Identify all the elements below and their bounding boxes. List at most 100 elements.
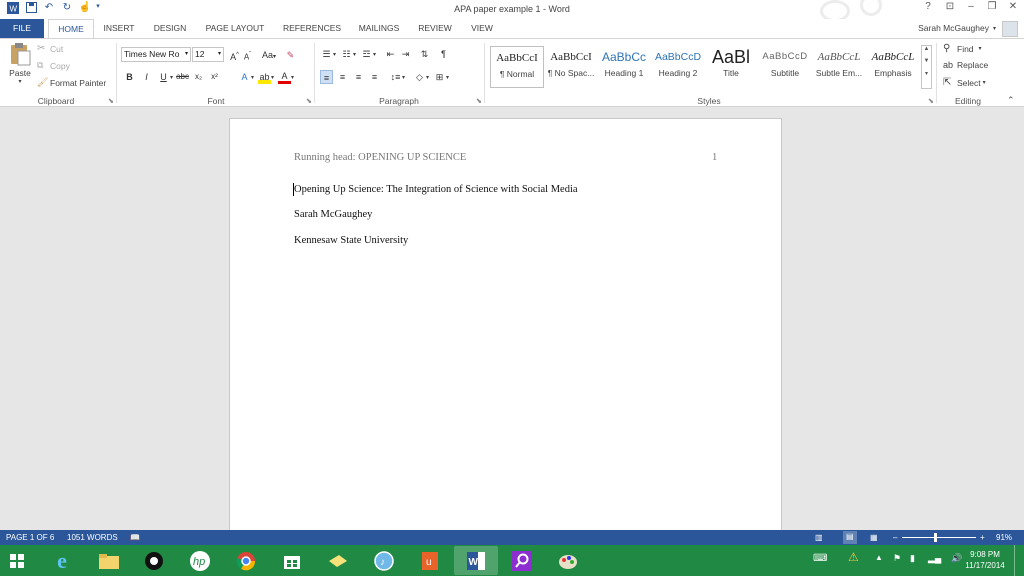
paper-title[interactable]: Opening Up Science: The Integration of S… <box>294 184 578 195</box>
format-painter-button[interactable]: 🖌 Format Painter <box>37 77 106 88</box>
superscript-button[interactable]: x² <box>208 70 221 84</box>
page-count[interactable]: PAGE 1 OF 6 <box>6 533 54 542</box>
clock[interactable]: 9:08 PM 11/17/2014 <box>962 549 1008 571</box>
ribbon-display-options-icon[interactable]: ⊡ <box>939 1 961 16</box>
windows-live-icon[interactable] <box>316 546 360 575</box>
sort-icon[interactable]: ⇅ <box>418 47 431 61</box>
style-title[interactable]: AaBl Title <box>704 46 758 88</box>
highlight-icon[interactable]: ab <box>258 70 272 84</box>
decrease-indent-icon[interactable]: ⇤ <box>384 47 397 61</box>
align-center-icon[interactable]: ≡ <box>336 70 349 84</box>
office-icon[interactable]: u <box>408 546 452 575</box>
tab-home[interactable]: HOME <box>48 19 94 39</box>
page-number[interactable]: 1 <box>712 152 717 163</box>
show-desktop-button[interactable] <box>1014 545 1024 576</box>
proofing-icon[interactable]: 📖 <box>130 533 140 542</box>
bold-button[interactable]: B <box>123 70 136 84</box>
bullets-icon[interactable]: ☰ <box>320 47 333 61</box>
paint-icon[interactable] <box>546 546 590 575</box>
read-mode-icon[interactable]: ▥ <box>815 533 823 542</box>
cut-button[interactable]: ✂ Cut <box>37 43 63 54</box>
align-left-icon[interactable]: ≡ <box>320 70 333 84</box>
font-color-icon[interactable]: A <box>278 71 292 84</box>
select-button[interactable]: ⇱ Select ▾ <box>943 77 986 88</box>
start-button[interactable] <box>0 546 34 575</box>
volume-icon[interactable]: 🔊 <box>951 553 962 564</box>
tab-view[interactable]: VIEW <box>464 19 500 38</box>
style-no-spacing[interactable]: AaBbCcI ¶ No Spac... <box>544 46 598 88</box>
underline-button[interactable]: U <box>157 70 170 84</box>
running-head[interactable]: Running head: OPENING UP SCIENCE <box>294 152 466 163</box>
dialog-launcher-icon[interactable]: ⬊ <box>928 97 934 105</box>
close-button[interactable]: ✕ <box>1002 1 1024 16</box>
minimize-button[interactable]: – <box>960 1 982 16</box>
style-subtle-emphasis[interactable]: AaBbCcL Subtle Em... <box>812 46 866 88</box>
signal-icon[interactable]: ▂▄ <box>928 553 941 564</box>
warning-icon[interactable]: ⚠ <box>848 550 859 564</box>
zoom-slider-thumb[interactable] <box>934 533 937 542</box>
text-effects-icon[interactable]: A <box>238 70 251 84</box>
multilevel-list-icon[interactable]: ☲ <box>360 47 373 61</box>
author-name[interactable]: Sarah McGaughey <box>294 209 372 220</box>
web-layout-icon[interactable]: ▦ <box>870 533 878 542</box>
tab-page-layout[interactable]: PAGE LAYOUT <box>200 19 270 38</box>
action-center-icon[interactable]: ⚑ <box>893 553 901 564</box>
word-count[interactable]: 1051 WORDS <box>67 533 118 542</box>
zoom-out-button[interactable]: – <box>893 533 897 542</box>
show-formatting-button[interactable]: ¶ <box>437 47 450 61</box>
shading-icon[interactable]: ◇ <box>413 70 426 84</box>
style-heading-1[interactable]: AaBbCc Heading 1 <box>597 46 651 88</box>
restore-button[interactable]: ❐ <box>981 1 1003 16</box>
increase-indent-icon[interactable]: ⇥ <box>399 47 412 61</box>
tab-references[interactable]: REFERENCES <box>280 19 344 38</box>
dialog-launcher-icon[interactable]: ⬊ <box>108 97 114 105</box>
replace-button[interactable]: ab Replace <box>943 60 988 70</box>
numbering-icon[interactable]: ☷ <box>340 47 353 61</box>
style-subtitle[interactable]: AaBbCcD Subtitle <box>758 46 812 88</box>
search-app-icon[interactable] <box>500 546 544 575</box>
scroll-up-icon[interactable]: ▲ <box>922 46 931 52</box>
borders-icon[interactable]: ⊞ <box>433 70 446 84</box>
itunes-icon[interactable]: ♪ <box>362 546 406 575</box>
clear-formatting-icon[interactable]: ✎ <box>284 48 297 62</box>
tab-mailings[interactable]: MAILINGS <box>352 19 406 38</box>
tab-file[interactable]: FILE <box>0 19 44 38</box>
grow-font-button[interactable]: A^ <box>228 48 241 62</box>
tab-review[interactable]: REVIEW <box>414 19 456 38</box>
align-right-icon[interactable]: ≡ <box>352 70 365 84</box>
chrome-icon[interactable] <box>224 546 268 575</box>
show-hidden-icons-icon[interactable]: ▲ <box>875 553 883 562</box>
find-button[interactable]: ⚲ Find ▾ <box>943 43 982 54</box>
user-account[interactable]: Sarah McGaughey ▾ <box>918 23 996 33</box>
shrink-font-button[interactable]: Aˇ <box>241 48 254 62</box>
style-normal[interactable]: AaBbCcI ¶ Normal <box>490 46 544 88</box>
strikethrough-button[interactable]: abc <box>176 70 189 84</box>
copy-button[interactable]: ⧉ Copy <box>37 60 70 71</box>
institution-name[interactable]: Kennesaw State University <box>294 235 408 246</box>
print-layout-icon[interactable]: ▤ <box>843 531 857 544</box>
avatar[interactable] <box>1002 21 1018 37</box>
collapse-ribbon-icon[interactable]: ⌃ <box>1007 95 1015 106</box>
change-case-button[interactable]: Aa▾ <box>262 48 276 62</box>
more-styles-icon[interactable]: ▾ <box>922 70 931 77</box>
scroll-down-icon[interactable]: ▼ <box>922 58 931 64</box>
tab-design[interactable]: DESIGN <box>148 19 192 38</box>
dialog-launcher-icon[interactable]: ⬊ <box>306 97 312 105</box>
style-heading-2[interactable]: AaBbCcD Heading 2 <box>651 46 705 88</box>
line-spacing-icon[interactable]: ↕≡ <box>389 70 402 84</box>
paste-button[interactable]: Paste ▾ <box>6 42 34 85</box>
network-icon[interactable]: ▮ <box>910 553 915 564</box>
document-page[interactable]: Running head: OPENING UP SCIENCE 1 Openi… <box>229 118 782 538</box>
hp-icon[interactable]: hp <box>178 546 222 575</box>
internet-explorer-icon[interactable]: e <box>40 546 84 575</box>
styles-scrollbar[interactable]: ▲ ▼ ▾ <box>921 45 932 89</box>
italic-button[interactable]: I <box>140 70 153 84</box>
style-emphasis[interactable]: AaBbCcL Emphasis <box>866 46 920 88</box>
word-taskbar-icon[interactable]: W <box>454 546 498 575</box>
zoom-slider[interactable] <box>902 537 976 538</box>
store-icon[interactable] <box>270 546 314 575</box>
dialog-launcher-icon[interactable]: ⬊ <box>476 97 482 105</box>
justify-icon[interactable]: ≡ <box>368 70 381 84</box>
zoom-in-button[interactable]: + <box>980 533 985 542</box>
keyboard-icon[interactable]: ⌨ <box>813 553 827 564</box>
